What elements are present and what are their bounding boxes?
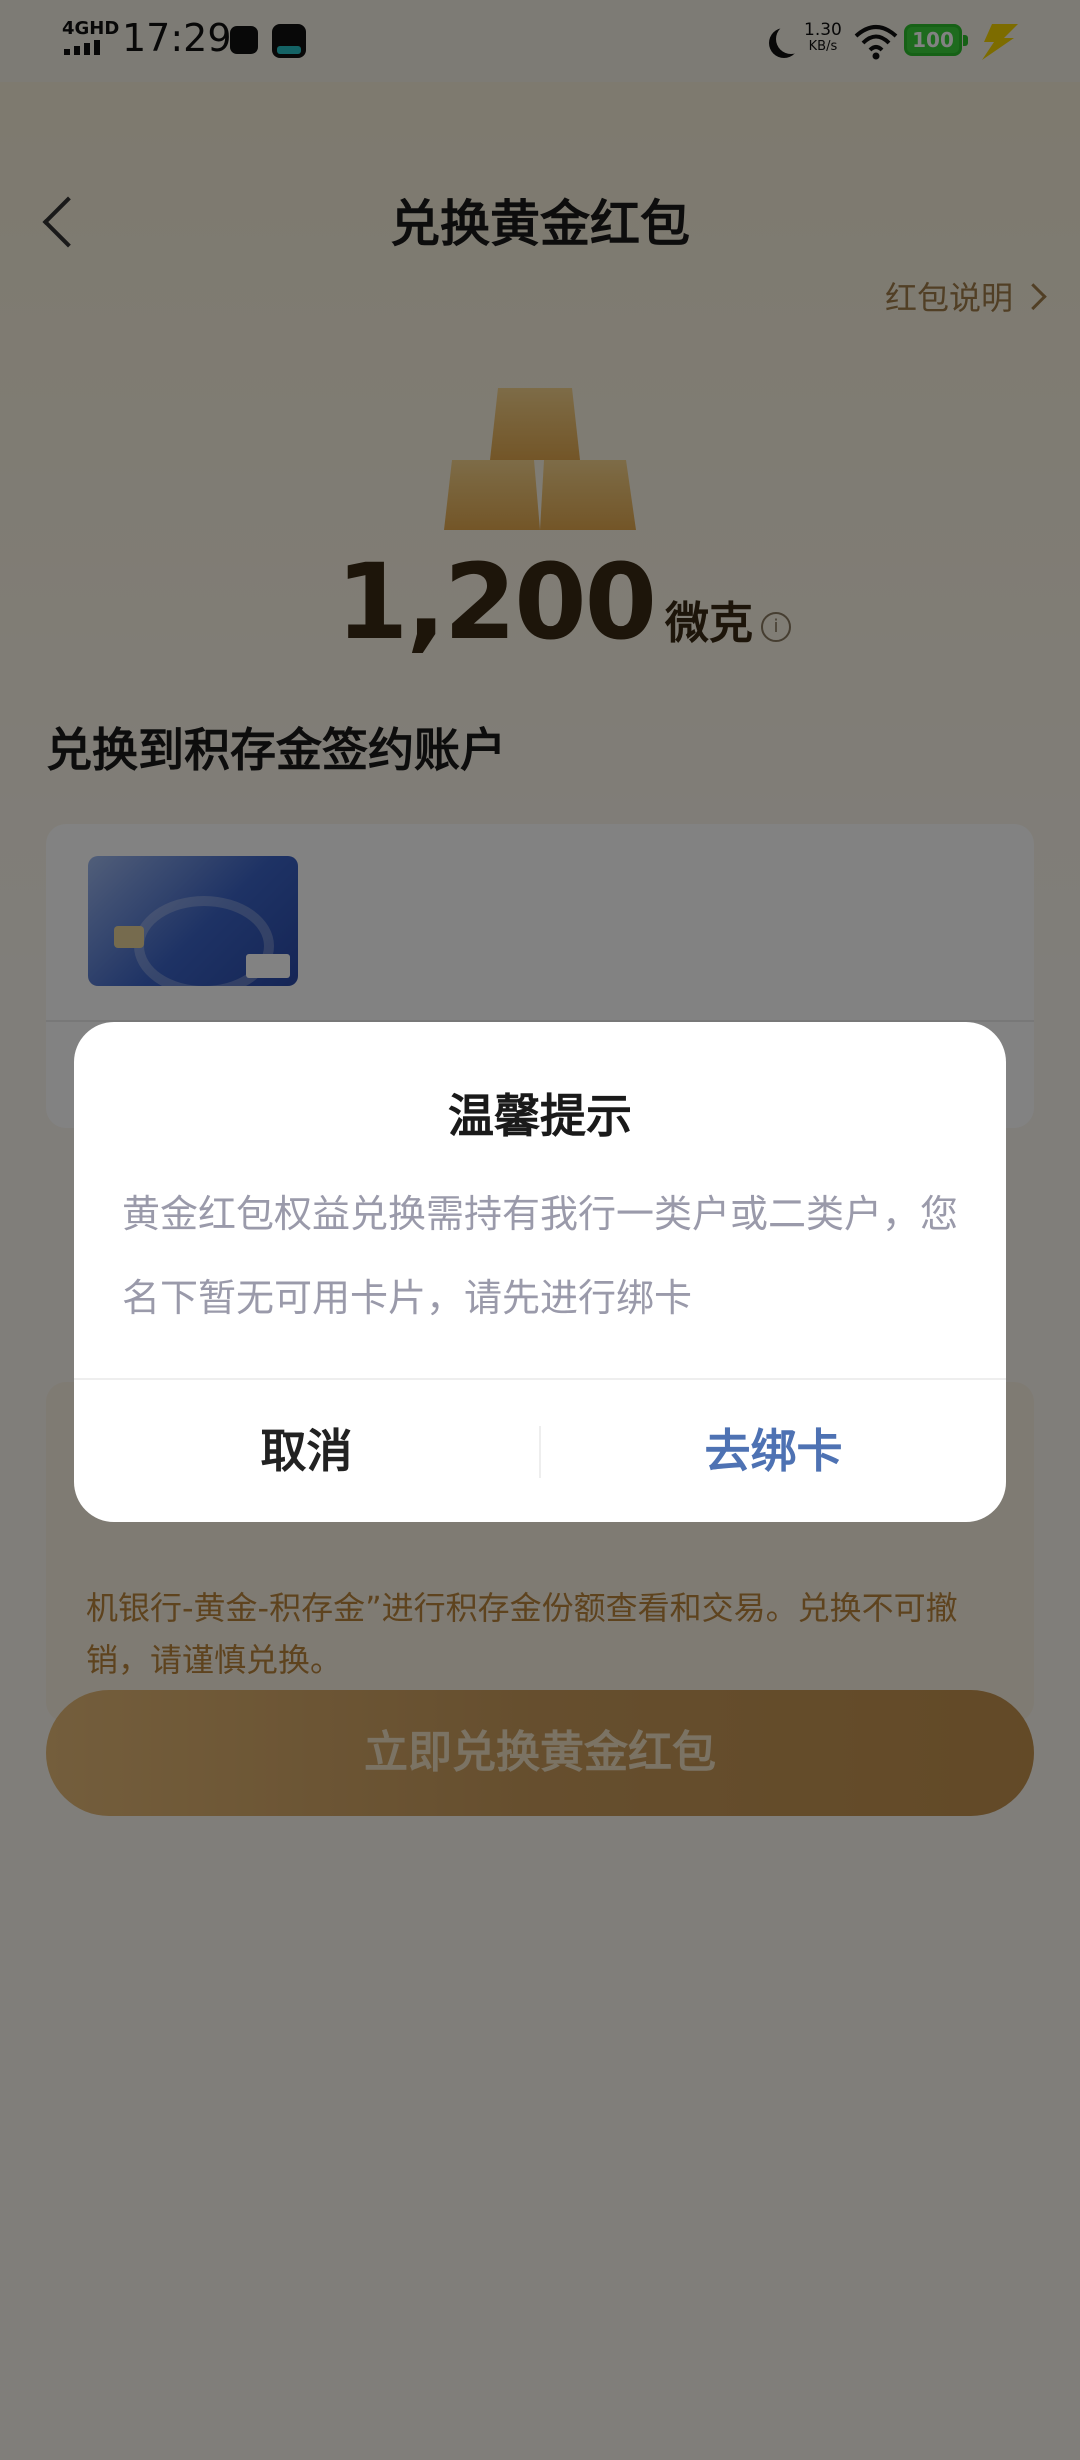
dialog-message: 黄金红包权益兑换需持有我行一类户或二类户，您名下暂无可用卡片，请先进行绑卡 xyxy=(122,1192,959,1320)
bind-card-button[interactable]: 去绑卡 xyxy=(541,1380,1006,1522)
dialog-title: 温馨提示 xyxy=(448,1089,632,1143)
cancel-button[interactable]: 取消 xyxy=(74,1380,539,1522)
tip-dialog: 温馨提示 黄金红包权益兑换需持有我行一类户或二类户，您名下暂无可用卡片，请先进行… xyxy=(74,1022,1006,1522)
